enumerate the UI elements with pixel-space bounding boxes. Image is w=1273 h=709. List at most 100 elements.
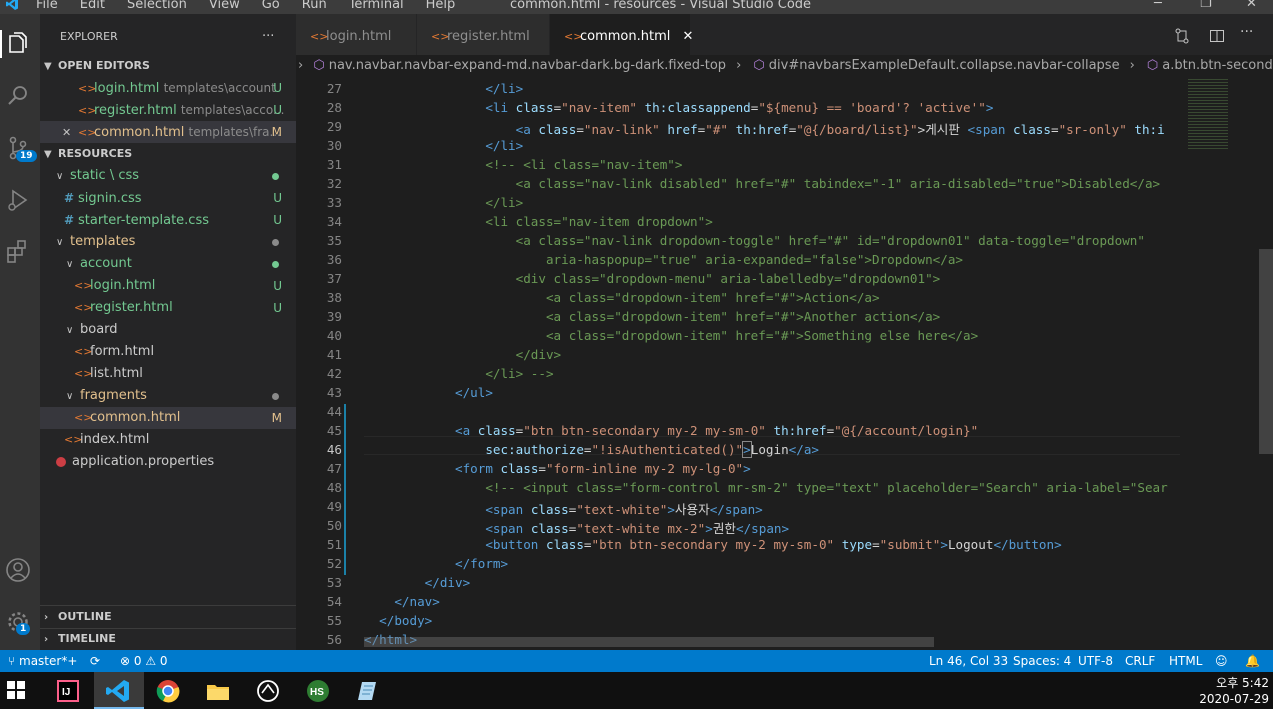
folder-templates[interactable]: ∨ templates xyxy=(40,231,296,253)
code-line: </nav> xyxy=(364,594,440,609)
menu-go[interactable]: Go xyxy=(262,0,280,12)
vertical-scrollbar[interactable] xyxy=(1259,249,1273,454)
extensions-icon[interactable] xyxy=(4,238,32,266)
explorer-icon[interactable] xyxy=(4,30,32,58)
file-index-html[interactable]: <>index.html xyxy=(40,429,296,451)
maximize-icon[interactable]: ❐ xyxy=(1200,0,1212,11)
chevron-down-icon: ∨ xyxy=(56,171,64,182)
cursor-position[interactable]: Ln 46, Col 33 xyxy=(929,650,1008,672)
menu-help[interactable]: Help xyxy=(426,0,456,12)
minimap[interactable] xyxy=(1180,77,1260,650)
menu-run[interactable]: Run xyxy=(302,0,327,12)
close-window-icon[interactable]: ✕ xyxy=(1246,0,1257,11)
intellij-icon[interactable]: IJ xyxy=(54,677,82,705)
file-register-html[interactable]: <>register.html U xyxy=(40,297,296,319)
chrome-icon[interactable] xyxy=(154,677,182,705)
system-clock[interactable]: 오후 5:42 2020-07-29 xyxy=(1195,675,1269,707)
line-number-current: 46 xyxy=(326,442,342,457)
resources-section[interactable]: ▼ RESOURCES xyxy=(40,143,296,165)
more-actions-icon[interactable]: ··· xyxy=(262,26,282,48)
active-indicator xyxy=(0,30,2,58)
feedback-icon[interactable]: ☺ xyxy=(1215,650,1228,672)
windows-start-icon[interactable] xyxy=(6,680,26,700)
open-editors-section[interactable]: ▼ OPEN EDITORS xyxy=(40,55,296,77)
open-changes-icon[interactable] xyxy=(1174,28,1190,44)
app-icon-circle[interactable] xyxy=(254,677,282,705)
line-number: 42 xyxy=(326,366,342,381)
line-number: 38 xyxy=(326,290,342,305)
hs-app-icon[interactable]: HS xyxy=(304,677,332,705)
tab-login-html[interactable]: <>login.html xyxy=(296,14,416,55)
file-signin-css[interactable]: # signin.css U xyxy=(40,187,296,209)
split-editor-icon[interactable] xyxy=(1209,28,1225,44)
minimize-icon[interactable]: ─ xyxy=(1154,0,1162,11)
line-number: 54 xyxy=(326,594,342,609)
file-starter-template-css[interactable]: # starter-template.css U xyxy=(40,209,296,231)
folder-fragments[interactable]: ∨ fragments xyxy=(40,385,296,407)
notepad-icon[interactable] xyxy=(354,677,382,705)
file-login-html[interactable]: <>login.html U xyxy=(40,275,296,297)
line-number: 47 xyxy=(326,461,342,476)
code-line: <!-- <input class="form-control mr-sm-2"… xyxy=(364,480,1168,495)
vscode-taskbar-icon[interactable] xyxy=(104,677,132,705)
account-icon[interactable] xyxy=(4,556,32,584)
encoding[interactable]: UTF-8 xyxy=(1078,650,1113,672)
breadcrumb-div[interactable]: div#navbarsExampleDefault.collapse.navba… xyxy=(769,58,1120,73)
code-line: <a class="dropdown-item" href="#">Someth… xyxy=(364,328,979,343)
vscode-logo-icon xyxy=(6,0,18,10)
horizontal-scrollbar[interactable] xyxy=(364,637,934,647)
file-application-properties[interactable]: application.properties xyxy=(40,451,296,473)
editor-more-icon[interactable]: ··· xyxy=(1240,24,1253,40)
menu-edit[interactable]: Edit xyxy=(80,0,105,12)
file-explorer-icon[interactable] xyxy=(204,677,232,705)
menu-selection[interactable]: Selection xyxy=(127,0,187,12)
folder-static-css[interactable]: ∨ static \ css xyxy=(40,165,296,187)
breadcrumb-nav[interactable]: nav.navbar.navbar-expand-md.navbar-dark.… xyxy=(329,58,726,73)
line-number: 41 xyxy=(326,347,342,362)
breadcrumb-a[interactable]: a.btn.btn-secondary.my-2.my-sm-0 xyxy=(1162,58,1273,73)
line-number: 39 xyxy=(326,309,342,324)
element-icon: ⬡ xyxy=(1146,58,1159,73)
file-form-html[interactable]: <>form.html xyxy=(40,341,296,363)
line-number: 36 xyxy=(326,252,342,267)
windows-taskbar: IJ HS 오후 5:42 2020-07-29 xyxy=(0,672,1273,709)
git-gutter-added xyxy=(344,404,346,575)
chevron-right-icon: › xyxy=(44,612,49,623)
indentation[interactable]: Spaces: 4 xyxy=(1013,650,1071,672)
close-editor-icon[interactable]: ✕ xyxy=(62,122,78,144)
line-number: 33 xyxy=(326,195,342,210)
branch-indicator[interactable]: ⑂ master*+ xyxy=(8,650,77,672)
open-editor-register[interactable]: <>register.html templates\acco... U xyxy=(40,99,296,121)
open-editor-common[interactable]: ✕ <>common.html templates\fra... M xyxy=(40,121,296,143)
outline-section[interactable]: › OUTLINE xyxy=(40,606,296,628)
search-icon[interactable] xyxy=(4,82,32,110)
timeline-section[interactable]: › TIMELINE xyxy=(40,628,296,650)
file-common-html[interactable]: <>common.html M xyxy=(40,407,296,429)
html-file-icon: <> xyxy=(78,82,97,95)
open-editor-login[interactable]: <>login.html templates\account U xyxy=(40,77,296,99)
menu-view[interactable]: View xyxy=(209,0,240,12)
notifications-bell-icon[interactable]: 🔔 xyxy=(1245,650,1260,672)
folder-account[interactable]: ∨ account xyxy=(40,253,296,275)
menu-terminal[interactable]: Terminal xyxy=(349,0,404,12)
menu-file[interactable]: File xyxy=(36,0,58,12)
close-tab-icon[interactable]: ✕ xyxy=(683,29,694,44)
folder-board[interactable]: ∨ board xyxy=(40,319,296,341)
end-of-line[interactable]: CRLF xyxy=(1125,650,1155,672)
activity-bar: 19 1 xyxy=(0,14,40,650)
tab-register-html[interactable]: <>register.html xyxy=(417,14,549,55)
problems-indicator[interactable]: ⊗ 0 ⚠ 0 xyxy=(120,650,168,672)
line-number: 51 xyxy=(326,537,342,552)
code-line-current: sec:authorize="!isAuthenticated()">Login… xyxy=(485,441,820,458)
tab-common-html[interactable]: <>common.html ✕ xyxy=(550,14,693,55)
line-number: 55 xyxy=(326,613,342,628)
code-line: <button class="btn btn-secondary my-2 my… xyxy=(364,537,1062,552)
line-number: 44 xyxy=(326,404,342,419)
code-editor[interactable]: 27 28 29 30 31 32 33 34 35 36 37 38 39 4… xyxy=(296,77,1273,650)
html-file-icon: <> xyxy=(78,126,97,139)
language-mode[interactable]: HTML xyxy=(1169,650,1202,672)
file-list-html[interactable]: <>list.html xyxy=(40,363,296,385)
html-file-icon: <> xyxy=(74,411,93,424)
sync-icon[interactable]: ⟳ xyxy=(90,650,100,672)
run-debug-icon[interactable] xyxy=(4,186,32,214)
